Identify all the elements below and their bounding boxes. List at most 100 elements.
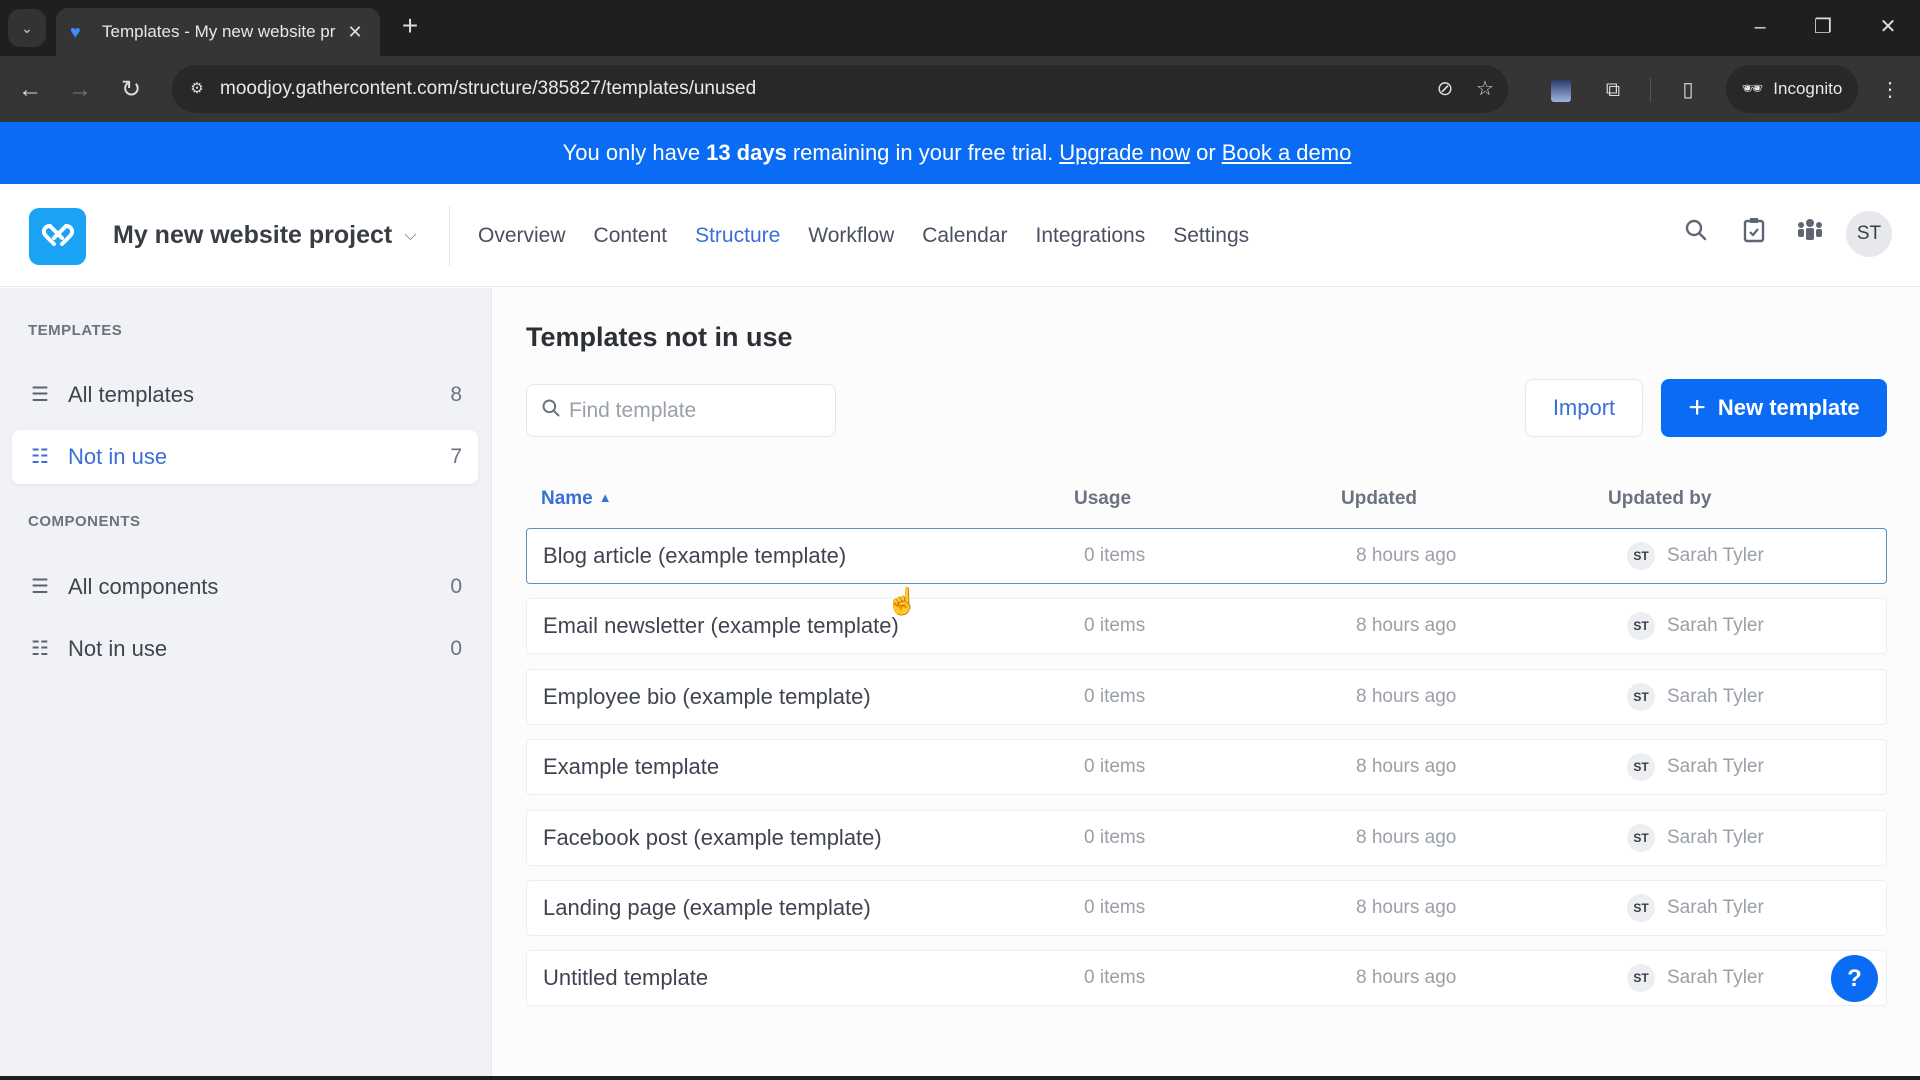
template-usage: 0 items (1084, 615, 1146, 637)
user-avatar: ST (1627, 894, 1655, 922)
template-updated-by: ST Sarah Tyler (1627, 599, 1764, 653)
nav-workflow[interactable]: Workflow (808, 224, 894, 248)
eye-off-icon[interactable]: ⊘ (1430, 74, 1460, 104)
kebab-menu-icon[interactable]: ⋮ (1872, 72, 1908, 108)
template-name[interactable]: Email newsletter (example template) (543, 599, 899, 653)
bookmark-star-icon[interactable]: ☆ (1470, 74, 1500, 104)
help-button[interactable]: ? (1831, 955, 1878, 1002)
header-divider (449, 206, 450, 266)
tab-close-icon[interactable]: ✕ (344, 22, 366, 43)
gathercontent-favicon-icon: ♥ (70, 22, 81, 42)
column-header-name[interactable]: Name ▲ (541, 488, 612, 510)
sidebar-item-label: Not in use (68, 636, 168, 661)
template-name[interactable]: Blog article (example template) (543, 529, 846, 583)
nav-calendar[interactable]: Calendar (922, 224, 1007, 248)
nav-content[interactable]: Content (594, 224, 668, 248)
sidebar-heading-components: COMPONENTS (28, 513, 141, 530)
new-template-button[interactable]: + New template (1661, 379, 1887, 437)
sidebar-item-components-not-in-use[interactable]: ☷ Not in use 0 (12, 622, 478, 676)
template-usage: 0 items (1084, 967, 1146, 989)
book-demo-link[interactable]: Book a demo (1222, 140, 1352, 166)
template-name[interactable]: Employee bio (example template) (543, 670, 871, 724)
gathercontent-logo[interactable] (29, 208, 86, 265)
banner-text-after: remaining in your free trial. (792, 140, 1054, 165)
nav-settings[interactable]: Settings (1173, 224, 1249, 248)
user-avatar: ST (1627, 542, 1655, 570)
template-name[interactable]: Example template (543, 740, 719, 794)
chevron-down-icon: ⌄ (21, 19, 33, 36)
back-button[interactable]: ← (12, 72, 48, 108)
side-panel-icon[interactable]: ▯ (1670, 72, 1706, 108)
extension-icon[interactable] (1543, 72, 1579, 108)
sidebar-item-count: 8 (450, 383, 462, 406)
user-avatar: ST (1627, 753, 1655, 782)
column-header-updated-by[interactable]: Updated by (1608, 488, 1711, 510)
project-switcher[interactable]: My new website project ⌵ (113, 184, 416, 287)
sidebar-item-label: All components (68, 574, 219, 599)
browser-tab[interactable]: ♥ Templates - My new website pr ✕ (56, 8, 380, 56)
minimize-button[interactable]: – (1740, 10, 1780, 44)
restore-button[interactable]: ❐ (1803, 10, 1843, 44)
table-row[interactable]: Employee bio (example template) 0 items 8 … (526, 668, 1887, 725)
browser-toolbar: ← → ↻ ⚙ moodjoy.gathercontent.com/struct… (0, 56, 1920, 122)
user-avatar[interactable]: ST (1846, 211, 1892, 257)
window-close-button[interactable]: ✕ (1868, 10, 1908, 44)
gathercontent-logo-icon (41, 223, 74, 246)
template-name[interactable]: Facebook post (example template) (543, 811, 882, 865)
sidebar-item-all-templates[interactable]: ☰ All templates 8 (12, 368, 478, 422)
address-bar[interactable]: ⚙ moodjoy.gathercontent.com/structure/38… (172, 65, 1508, 113)
template-updated: 8 hours ago (1356, 545, 1457, 566)
team-icon[interactable] (1792, 217, 1828, 253)
hand-cursor-icon: ☝ (886, 586, 919, 616)
template-usage: 0 items (1084, 756, 1146, 778)
nav-overview[interactable]: Overview (478, 224, 566, 248)
tab-search-button[interactable]: ⌄ (8, 9, 46, 47)
table-row[interactable]: Landing page (example template) 0 items 8 … (526, 880, 1887, 936)
list-icon: ☰ (31, 384, 49, 406)
plus-icon: + (401, 10, 419, 41)
find-template-search[interactable] (526, 384, 836, 437)
find-template-input[interactable] (569, 398, 809, 423)
nav-integrations[interactable]: Integrations (1036, 224, 1146, 248)
template-updated-by: ST Sarah Tyler (1627, 811, 1764, 865)
column-header-updated[interactable]: Updated (1341, 488, 1417, 510)
search-icon (541, 398, 561, 424)
template-name[interactable]: Untitled template (543, 951, 708, 1005)
browser-tab-bar: ⌄ ♥ Templates - My new website pr ✕ + – … (0, 0, 1920, 56)
template-name[interactable]: Landing page (example template) (543, 881, 871, 935)
tab-title: Templates - My new website pr (102, 22, 336, 41)
updated-by-name: Sarah Tyler (1667, 615, 1764, 637)
puzzle-icon[interactable]: ⧉ (1595, 72, 1631, 108)
updated-by-name: Sarah Tyler (1667, 685, 1764, 707)
list-unused-icon: ☷ (31, 638, 49, 660)
trial-banner: You only have 13 days remaining in your … (0, 122, 1920, 184)
new-tab-button[interactable]: + (395, 12, 425, 42)
tasks-clipboard-icon[interactable] (1736, 217, 1772, 253)
import-button[interactable]: Import (1525, 379, 1643, 437)
template-updated-by: ST Sarah Tyler (1627, 740, 1764, 794)
template-updated: 8 hours ago (1356, 756, 1457, 778)
sidebar-heading-templates: TEMPLATES (28, 322, 123, 339)
site-info-icon[interactable]: ⚙ (182, 74, 212, 104)
sidebar-item-templates-not-in-use[interactable]: ☷ Not in use 7 (12, 430, 478, 484)
template-usage: 0 items (1084, 545, 1146, 566)
table-row[interactable]: Untitled template 0 items 8 hours ago ST Sar… (526, 950, 1887, 1007)
updated-by-name: Sarah Tyler (1667, 545, 1764, 566)
table-row[interactable]: Example template 0 items 8 hours ago ST Sara… (526, 739, 1887, 796)
nav-structure[interactable]: Structure (695, 224, 780, 248)
table-row[interactable]: Facebook post (example template) 0 items 8… (526, 809, 1887, 866)
template-updated: 8 hours ago (1356, 615, 1457, 637)
user-avatar: ST (1627, 612, 1655, 641)
sidebar-item-all-components[interactable]: ☰ All components 0 (12, 560, 478, 614)
table-row[interactable]: Email newsletter (example template) 0 ite… (526, 598, 1887, 655)
reload-button[interactable]: ↻ (113, 72, 149, 108)
table-row[interactable]: Blog article (example template) 0 items 8 … (526, 528, 1887, 584)
incognito-indicator[interactable]: 🕶 Incognito (1726, 65, 1858, 113)
user-avatar: ST (1627, 682, 1655, 711)
column-header-usage[interactable]: Usage (1074, 488, 1131, 510)
forward-button[interactable]: → (62, 72, 98, 108)
search-icon[interactable] (1678, 217, 1714, 253)
template-updated-by: ST Sarah Tyler (1627, 951, 1764, 1005)
url-text[interactable]: moodjoy.gathercontent.com/structure/3858… (220, 65, 756, 113)
upgrade-now-link[interactable]: Upgrade now (1059, 140, 1190, 166)
